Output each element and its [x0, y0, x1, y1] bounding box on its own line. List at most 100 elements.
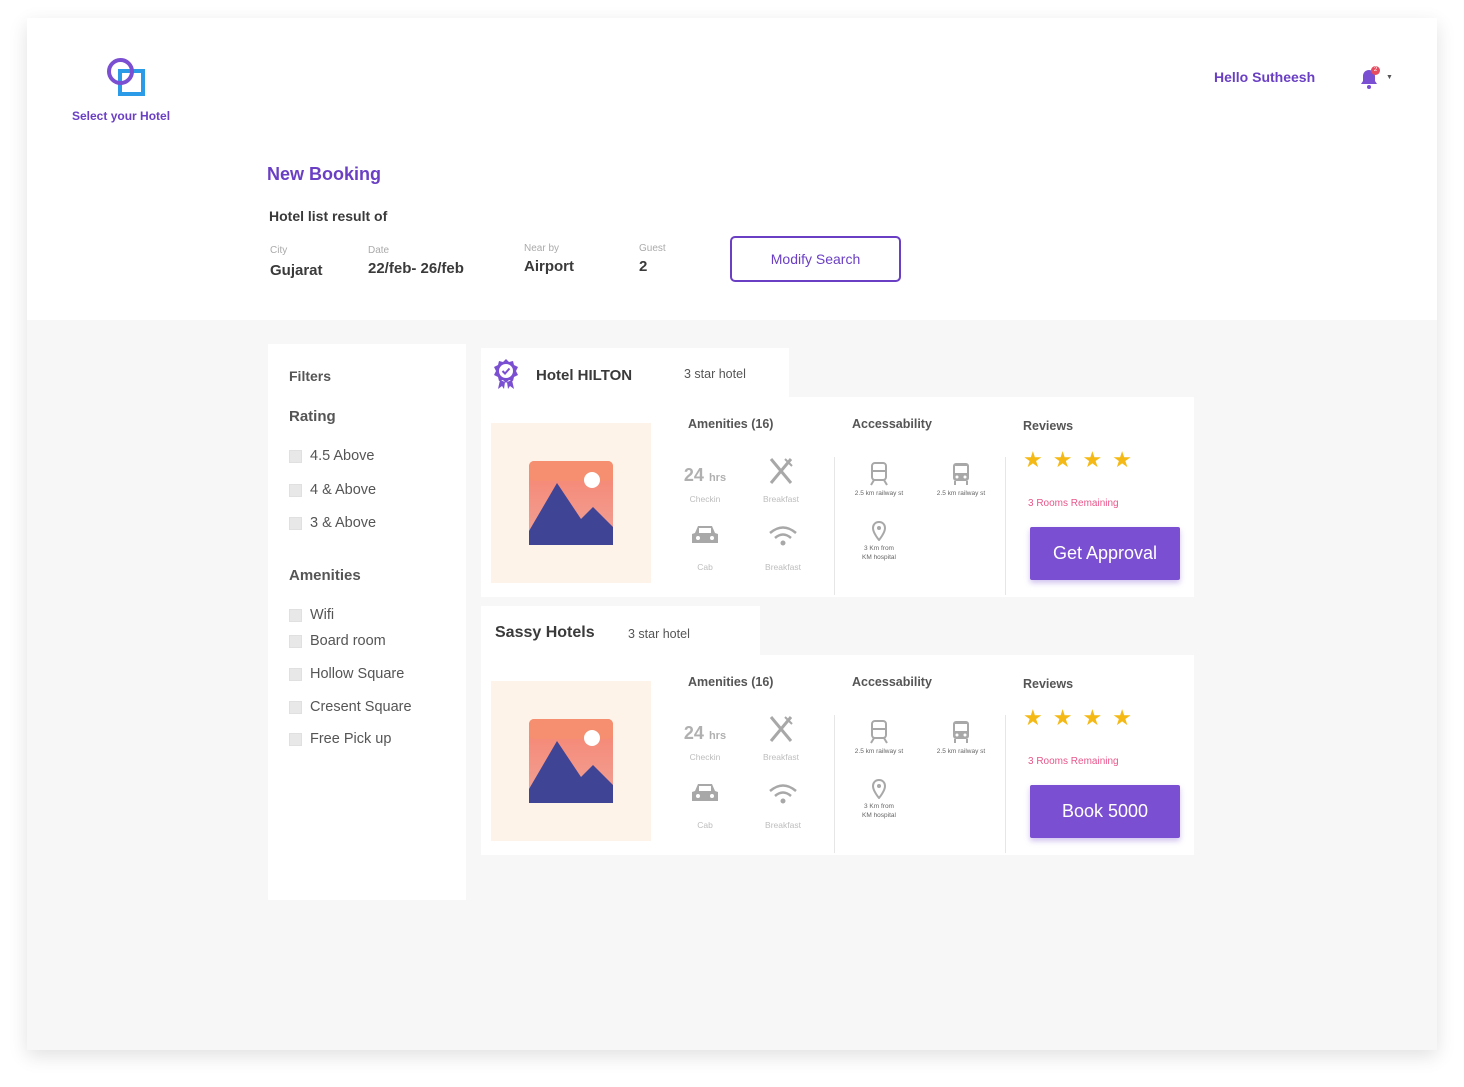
- accessibility-title: Accessability: [852, 417, 932, 431]
- amenity-option-label: Board room: [310, 633, 386, 649]
- amenity-cab: Cab: [675, 523, 735, 572]
- checkbox[interactable]: [289, 667, 302, 681]
- image-icon: [529, 461, 613, 545]
- checkbox[interactable]: [289, 634, 302, 648]
- access-railway: 2.5 km railway st: [844, 720, 914, 756]
- fork-knife-icon: [769, 716, 793, 742]
- amenity-option[interactable]: Board room: [289, 633, 386, 649]
- location-pin-icon: [871, 778, 887, 800]
- checkbox[interactable]: [289, 732, 302, 746]
- guest-value: 2: [639, 258, 648, 275]
- breakfast-caption: Breakfast: [763, 752, 799, 762]
- railway-distance: 2.5 km railway st: [854, 490, 904, 497]
- amenity-checkin: 24 hrs Checkin: [675, 723, 735, 762]
- star-icon: ★: [1023, 705, 1043, 730]
- amenity-breakfast: Breakfast: [751, 715, 811, 762]
- rating-stars: ★ ★ ★ ★: [1023, 705, 1132, 731]
- star-icon: ★: [1112, 447, 1132, 472]
- checkin-caption: Checkin: [689, 494, 721, 504]
- access-bus: 2.5 km railway st: [926, 462, 996, 498]
- date-value: 22/feb- 26/feb: [368, 260, 464, 277]
- checkbox[interactable]: [289, 483, 302, 497]
- hotel-image-placeholder[interactable]: [491, 681, 651, 841]
- checkin-hours: 24 hrs: [684, 465, 726, 485]
- hotel-card: Amenities (16) 24 hrs Checkin Breakfast …: [481, 655, 1194, 855]
- checkbox[interactable]: [289, 516, 302, 530]
- notification-badge: 2: [1371, 66, 1380, 75]
- access-bus: 2.5 km railway st: [926, 720, 996, 756]
- hotel-star-class: 3 star hotel: [684, 367, 746, 381]
- amenities-title: Amenities (16): [688, 675, 774, 689]
- verified-badge-icon: [494, 359, 518, 389]
- brand-name: Select your Hotel: [72, 109, 171, 123]
- divider: [834, 457, 835, 595]
- railway-distance: 2.5 km railway st: [936, 490, 986, 497]
- access-hospital: 3 Km from KM hospital: [844, 520, 914, 562]
- rating-option[interactable]: 3 & Above: [289, 515, 376, 531]
- star-icon: ★: [1112, 705, 1132, 730]
- city-value: Gujarat: [270, 262, 323, 279]
- divider: [834, 715, 835, 853]
- amenity-cab: Cab: [675, 781, 735, 830]
- amenity-option-label: Hollow Square: [310, 666, 405, 682]
- hotel-image-placeholder[interactable]: [491, 423, 651, 583]
- image-icon: [529, 719, 613, 803]
- checkbox[interactable]: [289, 700, 302, 714]
- search-nearby: Near by Airport: [524, 243, 574, 275]
- bus-icon: [953, 721, 969, 743]
- hotel-tab[interactable]: Hotel HILTON 3 star hotel: [481, 348, 789, 398]
- amenity-option[interactable]: Wifi: [289, 607, 334, 623]
- star-icon: ★: [1052, 705, 1073, 730]
- hospital-distance: 3 Km from: [864, 803, 894, 810]
- user-greeting[interactable]: Hello Sutheesh: [1214, 69, 1315, 85]
- hotel-name[interactable]: Hotel HILTON: [536, 367, 632, 384]
- reviews-title: Reviews: [1023, 677, 1074, 691]
- checkbox[interactable]: [289, 449, 302, 463]
- amenities-title: Amenities (16): [688, 417, 774, 431]
- hotel-tab[interactable]: Sassy Hotels 3 star hotel: [481, 606, 760, 656]
- filters-panel: Filters Rating 4.5 Above 4 & Above 3 & A…: [268, 344, 466, 900]
- location-pin-icon: [871, 520, 887, 542]
- hotel-card: Amenities (16) 24 hrs Checkin Breakfast …: [481, 397, 1194, 597]
- amenity-wifi: Breakfast: [753, 783, 813, 830]
- brand-logo[interactable]: [107, 58, 149, 100]
- rating-option-label: 4 & Above: [310, 482, 377, 498]
- amenity-option[interactable]: Cresent Square: [289, 699, 412, 715]
- car-icon: [692, 784, 718, 801]
- book-button[interactable]: Book 5000: [1030, 785, 1180, 838]
- rooms-remaining: 3 Rooms Remaining: [1028, 756, 1119, 767]
- city-label: City: [270, 245, 288, 256]
- amenity-option-label: Wifi: [310, 607, 335, 623]
- hotel-name[interactable]: Sassy Hotels: [495, 624, 595, 642]
- rating-section-title: Rating: [289, 408, 336, 425]
- chevron-down-icon[interactable]: ▼: [1386, 74, 1393, 81]
- rating-option[interactable]: 4 & Above: [289, 482, 376, 498]
- hospital-distance: 3 Km from: [864, 545, 894, 552]
- wifi-icon: [769, 526, 797, 546]
- nearby-label: Near by: [524, 243, 560, 254]
- amenity-option-label: Cresent Square: [310, 699, 412, 715]
- search-date: Date 22/feb- 26/feb: [368, 245, 464, 277]
- divider: [1005, 715, 1006, 853]
- reviews-title: Reviews: [1023, 419, 1074, 433]
- notification-bell[interactable]: 2 ▼: [1357, 65, 1393, 93]
- get-approval-button[interactable]: Get Approval: [1030, 527, 1180, 580]
- star-icon: ★: [1023, 447, 1043, 472]
- car-icon: [692, 526, 718, 543]
- amenity-option[interactable]: Hollow Square: [289, 666, 404, 682]
- amenity-option[interactable]: Free Pick up: [289, 731, 391, 747]
- logo-circle-shape: [107, 58, 134, 85]
- rating-stars: ★ ★ ★ ★: [1023, 447, 1132, 473]
- rating-option[interactable]: 4.5 Above: [289, 448, 375, 464]
- checkin-unit: hrs: [708, 730, 727, 742]
- hotel-star-class: 3 star hotel: [628, 627, 690, 641]
- hospital-name: KM hospital: [862, 554, 896, 561]
- amenity-option-label: Free Pick up: [310, 731, 392, 747]
- rooms-remaining: 3 Rooms Remaining: [1028, 498, 1119, 509]
- cab-caption: Cab: [697, 820, 713, 830]
- railway-distance: 2.5 km railway st: [854, 748, 904, 755]
- modify-search-button[interactable]: Modify Search: [730, 236, 901, 282]
- checkbox[interactable]: [289, 608, 302, 622]
- amenity-checkin: 24 hrs Checkin: [675, 465, 735, 504]
- train-icon: [870, 720, 888, 744]
